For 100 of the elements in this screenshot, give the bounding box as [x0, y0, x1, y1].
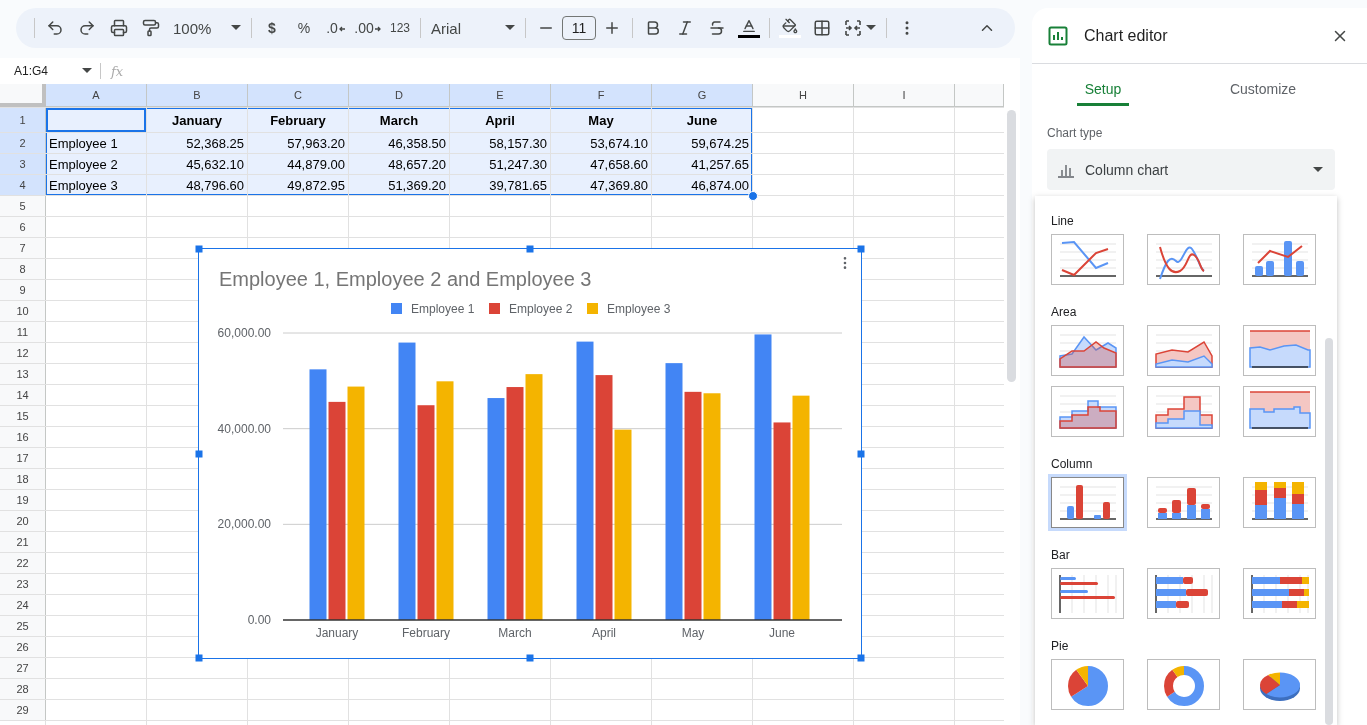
- merge-cells-icon[interactable]: [844, 20, 862, 36]
- table-cell[interactable]: 51,247.30: [450, 154, 551, 174]
- row-header[interactable]: 20: [0, 511, 46, 531]
- caret-icon[interactable]: [231, 25, 241, 31]
- resize-handle[interactable]: [857, 654, 865, 662]
- row-header[interactable]: 28: [0, 679, 46, 699]
- table-cell[interactable]: 45,632.10: [147, 154, 248, 174]
- chart-type-option[interactable]: [1243, 386, 1316, 437]
- paint-roller-icon[interactable]: [142, 19, 160, 37]
- chart-type-option[interactable]: [1243, 477, 1316, 528]
- row-header[interactable]: 2: [0, 133, 46, 153]
- row-header[interactable]: 16: [0, 427, 46, 447]
- chart-type-option[interactable]: [1051, 386, 1124, 437]
- table-cell[interactable]: 48,796.60: [147, 175, 248, 195]
- row-header[interactable]: 6: [0, 217, 46, 237]
- italic-icon[interactable]: [676, 19, 694, 37]
- chart-type-option[interactable]: [1243, 659, 1316, 710]
- row-header[interactable]: 24: [0, 595, 46, 615]
- column-header[interactable]: I: [854, 84, 955, 107]
- chart-card[interactable]: Employee 1, Employee 2 and Employee 3 Employee 1 Employee 2 Employee 3 0.00 20,000.00 40,000.00 60,000.00 January February March April May June: [198, 248, 862, 659]
- row-header[interactable]: 4: [0, 175, 46, 195]
- fill-handle[interactable]: [748, 191, 758, 201]
- caret-icon[interactable]: [505, 25, 515, 31]
- plus-icon[interactable]: [603, 19, 621, 37]
- row-header[interactable]: 22: [0, 553, 46, 573]
- row-header[interactable]: 18: [0, 469, 46, 489]
- chart-type-option[interactable]: [1147, 325, 1220, 376]
- text-color-icon[interactable]: [738, 18, 760, 38]
- row-header[interactable]: 13: [0, 364, 46, 384]
- table-cell[interactable]: January: [147, 108, 248, 132]
- row-header[interactable]: 7: [0, 238, 46, 258]
- resize-handle[interactable]: [526, 245, 534, 253]
- zoom-dropdown[interactable]: 100%: [167, 12, 247, 44]
- column-header[interactable]: E: [450, 84, 551, 107]
- tab[interactable]: Setup: [1076, 81, 1130, 106]
- decrease-decimal-button[interactable]: .0: [320, 12, 352, 44]
- increase-decimal-button[interactable]: .00: [352, 12, 384, 44]
- chart-type-option[interactable]: [1147, 659, 1220, 710]
- redo-icon[interactable]: [78, 19, 96, 37]
- chart-type-option[interactable]: [1243, 234, 1316, 285]
- table-cell[interactable]: February: [248, 108, 349, 132]
- resize-handle[interactable]: [195, 245, 203, 253]
- column-header[interactable]: D: [349, 84, 450, 107]
- table-cell[interactable]: 58,157.30: [450, 133, 551, 153]
- table-cell[interactable]: 47,658.60: [551, 154, 652, 174]
- print-icon[interactable]: [110, 19, 128, 37]
- row-header[interactable]: 3: [0, 154, 46, 174]
- table-cell[interactable]: 48,657.20: [349, 154, 450, 174]
- number-format-button[interactable]: 123: [384, 12, 416, 44]
- tab[interactable]: Customize: [1221, 81, 1305, 106]
- font-size-field[interactable]: 11: [562, 16, 596, 40]
- row-header[interactable]: 21: [0, 532, 46, 552]
- scrollbar[interactable]: [1007, 110, 1016, 382]
- resize-handle[interactable]: [195, 450, 203, 457]
- chart-type-dropdown[interactable]: Column chart: [1047, 149, 1335, 190]
- row-header[interactable]: 14: [0, 385, 46, 405]
- row-header[interactable]: 8: [0, 259, 46, 279]
- row-header[interactable]: 29: [0, 700, 46, 720]
- table-cell[interactable]: 46,358.50: [349, 133, 450, 153]
- fill-color-icon[interactable]: [779, 18, 801, 38]
- row-header[interactable]: 10: [0, 301, 46, 321]
- resize-handle[interactable]: [857, 245, 865, 253]
- percent-button[interactable]: %: [288, 12, 320, 44]
- column-header[interactable]: B: [147, 84, 248, 107]
- undo-icon[interactable]: [46, 19, 64, 37]
- chart-type-option[interactable]: [1243, 325, 1316, 376]
- row-header[interactable]: 23: [0, 574, 46, 594]
- chart-type-option[interactable]: [1051, 659, 1124, 710]
- table-cell[interactable]: 52,368.25: [147, 133, 248, 153]
- borders-icon[interactable]: [813, 19, 831, 37]
- row-header[interactable]: 15: [0, 406, 46, 426]
- resize-handle[interactable]: [857, 450, 865, 457]
- chart-type-option[interactable]: [1051, 477, 1124, 528]
- chart-type-option[interactable]: [1147, 477, 1220, 528]
- row-header[interactable]: 19: [0, 490, 46, 510]
- row-header[interactable]: 25: [0, 616, 46, 636]
- chart-type-option[interactable]: [1051, 234, 1124, 285]
- table-cell[interactable]: 53,674.10: [551, 133, 652, 153]
- row-header[interactable]: 5: [0, 196, 46, 216]
- table-cell[interactable]: 49,872.95: [248, 175, 349, 195]
- resize-handle[interactable]: [195, 654, 203, 662]
- chart-type-option[interactable]: [1147, 234, 1220, 285]
- table-cell[interactable]: 47,369.80: [551, 175, 652, 195]
- table-cell[interactable]: 44,879.00: [248, 154, 349, 174]
- table-cell[interactable]: 59,674.25: [652, 133, 753, 153]
- table-cell[interactable]: 51,369.20: [349, 175, 450, 195]
- chart-type-option[interactable]: [1147, 386, 1220, 437]
- caret-icon[interactable]: [866, 25, 876, 31]
- table-cell[interactable]: 39,781.65: [450, 175, 551, 195]
- scrollbar[interactable]: [1325, 338, 1333, 725]
- column-header[interactable]: F: [551, 84, 652, 107]
- table-cell[interactable]: March: [349, 108, 450, 132]
- row-header[interactable]: 26: [0, 637, 46, 657]
- row-header[interactable]: 1: [0, 108, 46, 132]
- table-cell[interactable]: Employee 1: [46, 133, 147, 153]
- chart-type-option[interactable]: [1243, 568, 1316, 619]
- table-cell[interactable]: June: [652, 108, 753, 132]
- column-header[interactable]: G: [652, 84, 753, 107]
- table-cell[interactable]: 41,257.65: [652, 154, 753, 174]
- row-header[interactable]: 17: [0, 448, 46, 468]
